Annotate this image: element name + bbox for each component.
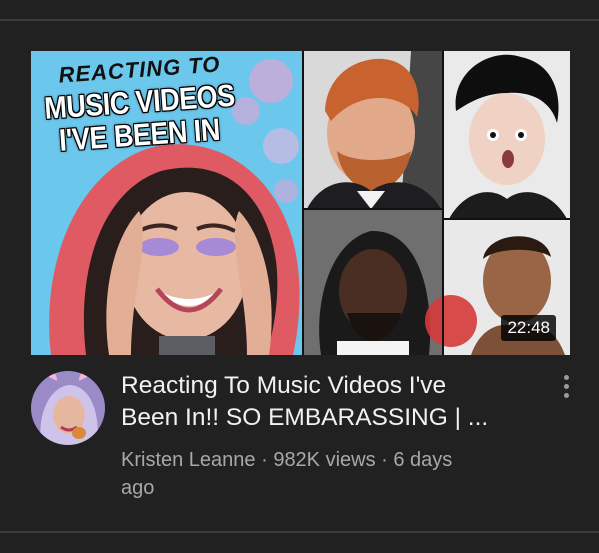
menu-dot — [563, 384, 569, 389]
top-divider — [0, 19, 599, 21]
video-title[interactable]: Reacting To Music Videos I've Been In!! … — [121, 370, 541, 434]
more-vert-icon[interactable] — [556, 372, 576, 406]
duration-badge: 22:48 — [501, 315, 556, 341]
avatar-image — [31, 371, 105, 445]
video-meta: Kristen Leanne · 982K views · 6 days ago — [121, 446, 541, 502]
app-frame: REACTING TO MUSIC VIDEOS I'VE BEEN IN 22… — [0, 0, 599, 553]
video-meta-line1: Kristen Leanne · 982K views · 6 days — [121, 449, 453, 471]
menu-dot — [563, 393, 569, 398]
video-title-line2: Been In!! SO EMBARASSING | ... — [121, 404, 489, 431]
thumbnail-overlay-text: REACTING TO MUSIC VIDEOS I'VE BEEN IN — [37, 51, 242, 157]
video-title-line1: Reacting To Music Videos I've — [121, 372, 447, 399]
menu-dot — [563, 375, 569, 380]
video-thumbnail[interactable]: REACTING TO MUSIC VIDEOS I'VE BEEN IN 22… — [31, 51, 570, 355]
bottom-divider — [0, 531, 599, 533]
channel-avatar[interactable] — [31, 371, 105, 445]
video-meta-line2: ago — [121, 477, 155, 499]
